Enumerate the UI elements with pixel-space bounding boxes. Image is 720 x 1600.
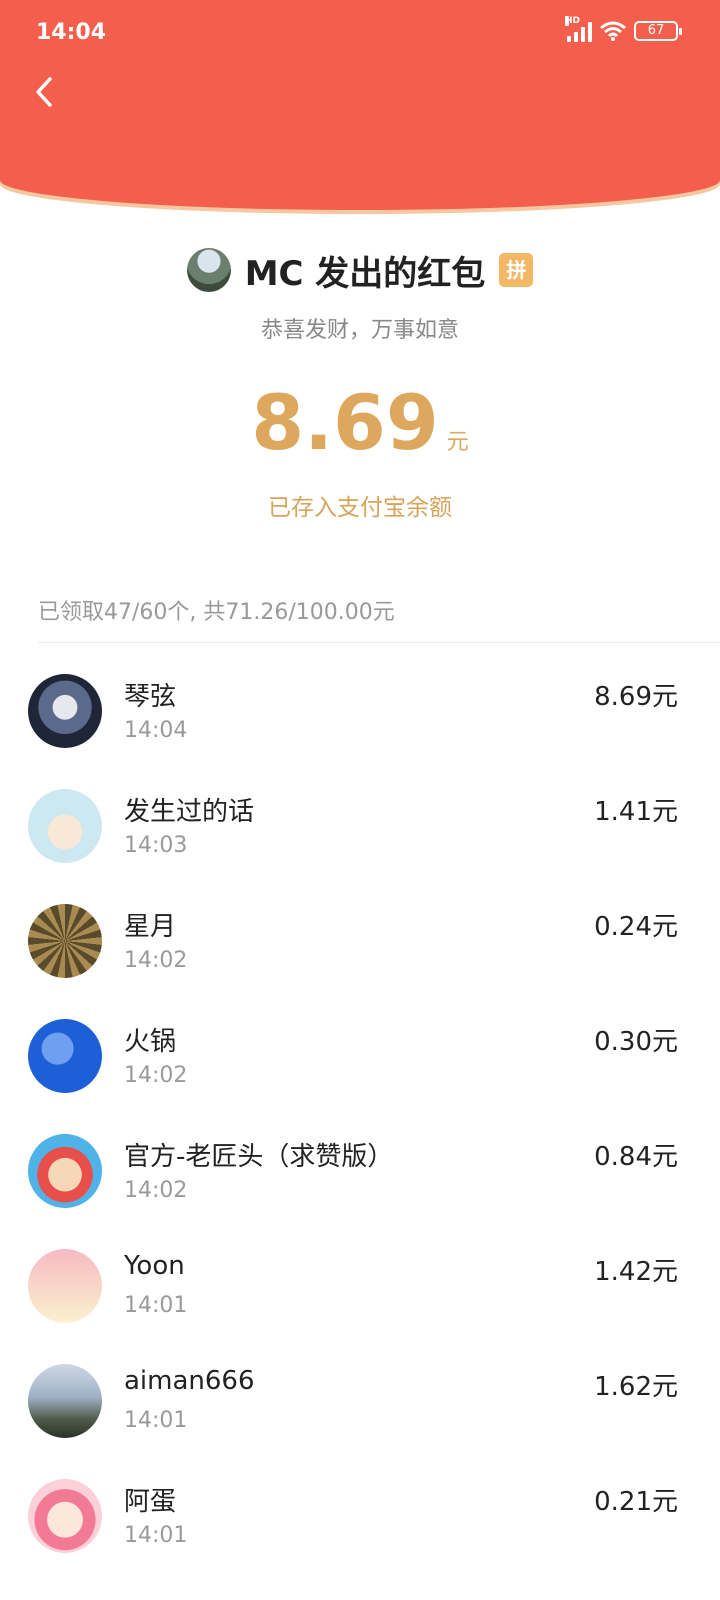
chevron-left-icon: [36, 77, 52, 107]
receive-time: 14:02: [124, 1178, 188, 1203]
receive-amount: 0.24元: [594, 912, 678, 942]
greeting-text: 恭喜发财，万事如意: [260, 318, 459, 343]
list-item[interactable]: 火锅 14:02 0.30元: [0, 1005, 720, 1120]
receiver-name: 发生过的话: [124, 797, 255, 827]
red-packet-header: 14:04 HD 67: [0, 0, 720, 210]
receive-amount: 0.84元: [594, 1142, 678, 1172]
receive-time: 14:02: [124, 1063, 188, 1088]
status-time: 14:04: [36, 20, 107, 45]
receiver-name: 官方-老匠头（求赞版）: [124, 1142, 394, 1172]
avatar[interactable]: [28, 1019, 102, 1093]
avatar[interactable]: [28, 1479, 102, 1553]
avatar[interactable]: [28, 789, 102, 863]
receiver-name: 琴弦: [124, 682, 177, 712]
status-bar: 14:04 HD 67: [0, 0, 720, 70]
envelope-title: MC 发出的红包: [244, 253, 486, 294]
receive-amount: 1.42元: [594, 1257, 678, 1287]
avatar[interactable]: [28, 1249, 102, 1323]
receiver-name: aiman666: [124, 1366, 255, 1396]
list-item[interactable]: 发生过的话 14:03 1.41元: [0, 775, 720, 890]
receive-time: 14:03: [124, 833, 188, 858]
receive-time: 14:02: [124, 948, 188, 973]
claim-summary: 已领取47/60个, 共71.26/100.00元: [38, 600, 395, 625]
receive-time: 14:01: [124, 1408, 188, 1433]
avatar[interactable]: [28, 1134, 102, 1208]
receiver-list: 琴弦 14:04 8.69元 发生过的话 14:03 1.41元 星月 14:0…: [0, 660, 720, 1580]
receive-amount: 1.41元: [594, 797, 678, 827]
saved-to-balance-link[interactable]: 已存入支付宝余额: [0, 488, 720, 522]
avatar[interactable]: [28, 674, 102, 748]
list-item[interactable]: 官方-老匠头（求赞版） 14:02 0.84元: [0, 1120, 720, 1235]
divider: [38, 642, 720, 643]
wifi-icon: [600, 21, 626, 41]
envelope-title-row: MC 发出的红包 拼: [0, 244, 720, 296]
group-badge: 拼: [499, 253, 534, 287]
list-item[interactable]: aiman666 14:01 1.62元: [0, 1350, 720, 1465]
sender-avatar[interactable]: [186, 248, 231, 292]
receiver-name: Yoon: [124, 1251, 185, 1281]
received-amount: 8.69 元: [0, 378, 720, 467]
receive-time: 14:01: [124, 1293, 188, 1318]
receive-amount: 1.62元: [594, 1372, 678, 1402]
receive-time: 14:04: [124, 718, 188, 743]
receiver-name: 火锅: [124, 1027, 177, 1057]
receiver-name: 星月: [124, 912, 177, 942]
list-item[interactable]: 星月 14:02 0.24元: [0, 890, 720, 1005]
status-icons: HD 67: [565, 16, 682, 42]
list-item[interactable]: 阿蛋 14:01 0.21元: [0, 1465, 720, 1580]
list-item[interactable]: 琴弦 14:04 8.69元: [0, 660, 720, 775]
receiver-name: 阿蛋: [124, 1487, 177, 1517]
receive-amount: 8.69元: [594, 682, 678, 712]
receive-time: 14:01: [124, 1523, 188, 1548]
amount-unit: 元: [446, 430, 469, 455]
avatar[interactable]: [28, 904, 102, 978]
battery-icon: 67: [634, 21, 682, 41]
list-item[interactable]: Yoon 14:01 1.42元: [0, 1235, 720, 1350]
signal-icon: HD: [565, 16, 592, 42]
hd-label: HD: [565, 16, 581, 26]
receive-amount: 0.21元: [594, 1487, 678, 1517]
receive-amount: 0.30元: [594, 1027, 678, 1057]
avatar[interactable]: [28, 1364, 102, 1438]
amount-value: 8.69: [251, 378, 439, 467]
back-button[interactable]: [26, 72, 66, 112]
